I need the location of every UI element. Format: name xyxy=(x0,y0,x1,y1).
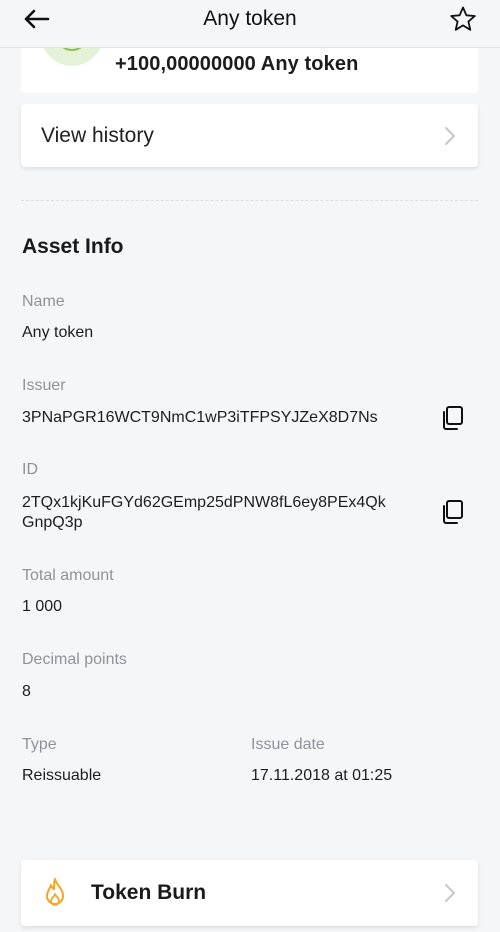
decimal-points-label: Decimal points xyxy=(22,651,127,668)
copy-id-button[interactable] xyxy=(439,498,465,526)
type-label: Type xyxy=(22,736,57,753)
copy-icon xyxy=(443,500,463,524)
chevron-right-icon xyxy=(445,127,455,145)
transaction-amount: +100,00000000 Any token xyxy=(115,53,359,75)
page-title: Any token xyxy=(203,7,297,30)
token-burn-button[interactable]: Token Burn xyxy=(21,860,478,926)
id-value-line-2: GnpQ3p xyxy=(22,514,83,531)
name-label: Name xyxy=(22,293,65,310)
issue-date-label: Issue date xyxy=(251,736,325,753)
star-outline-icon xyxy=(450,6,476,31)
view-history-button[interactable]: View history xyxy=(21,104,478,167)
id-value-line-1: 2TQx1kjKuFGYd62GEmp25dPNW8fL6ey8PEx4Qk xyxy=(22,494,386,511)
issuer-label: Issuer xyxy=(22,377,66,394)
token-burn-label: Token Burn xyxy=(91,881,207,904)
type-value: Reissuable xyxy=(22,767,102,784)
copy-issuer-button[interactable] xyxy=(439,404,465,432)
chevron-right-icon xyxy=(445,884,455,902)
decimal-points-value: 8 xyxy=(22,683,31,700)
total-amount-label: Total amount xyxy=(22,567,114,584)
name-value: Any token xyxy=(22,324,94,341)
flame-icon xyxy=(46,878,64,906)
issue-date-value: 17.11.2018 at 01:25 xyxy=(251,767,393,784)
total-amount-value: 1 000 xyxy=(22,598,63,615)
section-divider xyxy=(21,200,478,201)
favorite-button[interactable] xyxy=(446,4,480,38)
asset-info-heading: Asset Info xyxy=(22,235,124,258)
id-label: ID xyxy=(22,461,38,478)
view-history-label: View history xyxy=(41,124,154,147)
issuer-value: 3PNaPGR16WCT9NmC1wP3iTFPSYJZeX8D7Ns xyxy=(22,409,378,426)
copy-icon xyxy=(443,406,463,430)
top-bar: Any token xyxy=(0,0,500,48)
